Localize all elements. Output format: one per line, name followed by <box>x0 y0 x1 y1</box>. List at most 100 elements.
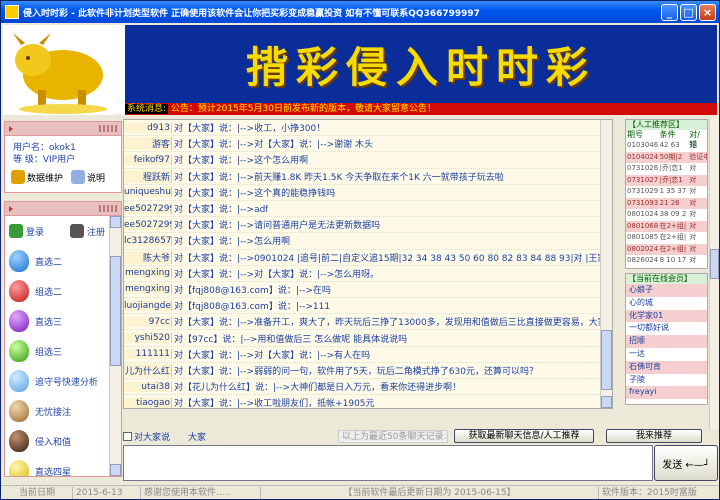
scroll-thumb[interactable] <box>110 256 121 366</box>
close-button[interactable]: × <box>699 3 716 21</box>
menu-item-group-2[interactable]: 组选二 <box>5 276 109 306</box>
help-button[interactable]: 说明 <box>71 170 105 184</box>
chat-sender[interactable]: 97cc <box>124 316 172 327</box>
red-apple-icon <box>9 280 29 302</box>
chat-row[interactable]: utai38 对【花儿为什么红】说：|-->大神们都是日入万元，看来你还得进步啊！ <box>124 379 612 396</box>
banner: 揹彩侵入时时彩 系统消息: 公告：预计2015年5月30日前发布新的版本，敬请大… <box>3 25 717 115</box>
scroll-thumb[interactable] <box>710 249 719 279</box>
user-panel: 用户名：okok1 等 级：VIP用户 数据维护 说明 <box>4 121 122 193</box>
member-item[interactable]: 招顺 <box>626 335 707 348</box>
chat-row[interactable]: 程跃新 对【大家】说：|-->前天赚1.8K 昨天1.5K 今天争取在来个1K 六… <box>124 169 612 185</box>
chat-sender[interactable]: lc3128657 <box>124 235 172 246</box>
fetch-latest-button[interactable]: 获取最新聊天信息/人工推荐 <box>454 429 595 443</box>
recommend-cell: 对 <box>689 221 697 230</box>
menu-item-direct-3[interactable]: 直选三 <box>5 306 109 336</box>
gear-icon <box>11 170 25 184</box>
menu-item-group-3[interactable]: 组选三 <box>5 336 109 366</box>
chat-row[interactable]: mengxing 对【大家】说：|-->对【大家】说：|-->怎么用呀。 <box>124 266 612 282</box>
chat-row[interactable]: yshi520 对【97cc】说：|-->用和值做后三 怎么做呢 能具体说说吗 <box>124 330 612 347</box>
brown-apple-icon <box>9 430 29 452</box>
chat-sender[interactable]: yshi520 <box>124 333 172 344</box>
recommend-row[interactable]: 0801024 38 09 2对 <box>626 209 707 221</box>
chat-sender[interactable]: luojiangde <box>124 300 172 311</box>
member-item[interactable]: 石佛可肯 <box>626 360 707 374</box>
recommend-cell: 42 63 <box>659 141 680 149</box>
recommend-cell: 对 <box>689 256 697 264</box>
chat-sender[interactable]: 游客 <box>124 137 172 151</box>
send-button[interactable]: 发送 ←—┘ <box>654 445 718 481</box>
chat-scrollbar[interactable] <box>600 120 612 408</box>
scroll-down-button[interactable] <box>110 464 121 476</box>
chat-sender[interactable]: tiaogao <box>124 397 172 408</box>
chat-sender[interactable]: ee50272997 <box>124 203 172 214</box>
recommend-row[interactable]: 0731026 |乔|恋1 对 <box>626 163 707 175</box>
chat-input[interactable] <box>123 445 653 481</box>
member-item[interactable]: 心的城 <box>626 297 707 310</box>
menu-scrollbar[interactable] <box>109 216 121 476</box>
chat-sender[interactable]: 程跃新 <box>124 169 172 183</box>
chat-sender[interactable]: d913 <box>124 122 172 133</box>
chat-row[interactable]: 97cc 对【大家】说：|-->准备开工，爽大了，昨天玩后三挣了13000多，发现… <box>124 314 612 331</box>
chat-sender[interactable]: 儿为什么红 <box>124 363 172 377</box>
recommend-row[interactable]: 0801068 在2+组| 对 <box>626 220 707 232</box>
recommend-row[interactable]: 0103046 42 63 对 <box>626 140 707 152</box>
scroll-up-button[interactable] <box>110 216 121 228</box>
menu-item-direct-2[interactable]: 直选二 <box>5 246 109 276</box>
scroll-down-button[interactable] <box>601 396 612 408</box>
chat-row[interactable]: luojiangde 对【fqj808@163.com】说：|-->111 <box>124 298 612 315</box>
member-item[interactable]: 一达 <box>626 348 707 361</box>
chat-row[interactable]: 111111 对【大家】说：|-->对【大家】说：|-->有人在吗 <box>124 347 612 363</box>
chat-sender[interactable]: mengxing <box>124 284 172 295</box>
recommend-row[interactable]: 0731093 21 26 对 <box>626 197 707 209</box>
chat-sender[interactable]: feikof97 <box>124 154 172 165</box>
chat-target[interactable]: 大家 <box>188 430 338 443</box>
recommend-button[interactable]: 我来推荐 <box>606 429 703 443</box>
chat-sender[interactable]: mengxing <box>124 268 172 279</box>
chat-row[interactable]: 儿为什么红 对【大家】说：|-->弱弱的问一句，软件用了5天，玩后二角模式挣了63… <box>124 363 612 379</box>
chat-sender[interactable]: 111111 <box>124 349 172 360</box>
recommend-row[interactable]: 0731027 |乔|恋1 对 <box>626 174 707 186</box>
login-button[interactable]: 登录 <box>9 224 44 238</box>
chat-row[interactable]: tiaogao 对【大家】说：|-->收工啦朋友们，抵帐+1905元 <box>124 395 612 408</box>
recommend-cell: 对 <box>689 141 697 149</box>
chat-sender[interactable]: ee50272997 <box>124 219 172 230</box>
blue-apple-icon <box>9 250 29 272</box>
arrow-icon <box>9 126 13 132</box>
chat-row[interactable]: 陈大爷 对【大家】说：|-->0901024 |追号|前二|自定义追15期|32 … <box>124 250 612 266</box>
chat-row[interactable]: uniqueshui 对【大家】说：|-->这个真的能稳挣钱吗 <box>124 185 612 201</box>
chat-row[interactable]: d913 对【大家】说：|-->收工，小挣300！ <box>124 120 612 137</box>
member-item[interactable]: 一切都好说 <box>626 322 707 335</box>
to-all-checkbox[interactable] <box>123 431 132 441</box>
maximize-button[interactable]: □ <box>680 3 697 21</box>
recommend-row[interactable]: 0731029 1 35 37 对 <box>626 186 707 198</box>
member-item[interactable]: 子陵 <box>626 374 707 387</box>
recommend-cell: 0103046 <box>627 141 659 149</box>
menu-item-direct-4[interactable]: 直选四星 <box>5 456 109 476</box>
chat-row[interactable]: 游客 对【大家】说：|-->对【大家】说：|-->谢谢 木头 <box>124 136 612 153</box>
chat-row[interactable]: ee50272997对【大家】说：|-->请问普通用户是无法更新数据吗 <box>124 217 612 234</box>
chat-sender[interactable]: 陈大爷 <box>124 250 172 264</box>
menu-item-sum-value[interactable]: 侵入和值 <box>5 426 109 456</box>
minimize-button[interactable]: _ <box>661 3 678 21</box>
chat-row[interactable]: feikof97 对【大家】说：|-->这个怎么用啊 <box>124 152 612 169</box>
chat-message: 对【大家】说：|-->收工，小挣300！ <box>174 124 326 135</box>
register-button[interactable]: 注册 <box>69 224 105 238</box>
menu-item-worry-free[interactable]: 无忧接注 <box>5 396 109 426</box>
scroll-thumb[interactable] <box>601 330 612 390</box>
recommend-row[interactable]: 010402450期|2 验证中 <box>626 151 707 163</box>
member-item[interactable]: freyayi <box>626 386 707 400</box>
banner-title: 揹彩侵入时时彩 <box>245 42 596 92</box>
chat-row[interactable]: ee50272997对【大家】说：|-->adf <box>124 201 612 218</box>
right-scrollbar[interactable] <box>709 119 719 429</box>
recommend-row[interactable]: 0826024 8 10 17 对 <box>626 255 707 267</box>
chat-row[interactable]: lc3128657 对【大家】说：|-->怎么用啊 <box>124 233 612 250</box>
recommend-row[interactable]: 0801085 在2+组| 对 <box>626 232 707 244</box>
member-item[interactable]: 化学家01 <box>626 309 707 323</box>
chat-sender[interactable]: uniqueshui <box>124 187 172 198</box>
menu-item-quick-analysis[interactable]: 追守号快速分析 <box>5 366 109 396</box>
data-maintain-button[interactable]: 数据维护 <box>11 170 63 184</box>
chat-row[interactable]: mengxing 对【fqj808@163.com】说：|-->在吗 <box>124 282 612 299</box>
recommend-row[interactable]: 0802024 在2+组| 对 <box>626 243 707 255</box>
chat-sender[interactable]: utai38 <box>124 381 172 392</box>
member-item[interactable]: 心娘子 <box>626 284 707 297</box>
